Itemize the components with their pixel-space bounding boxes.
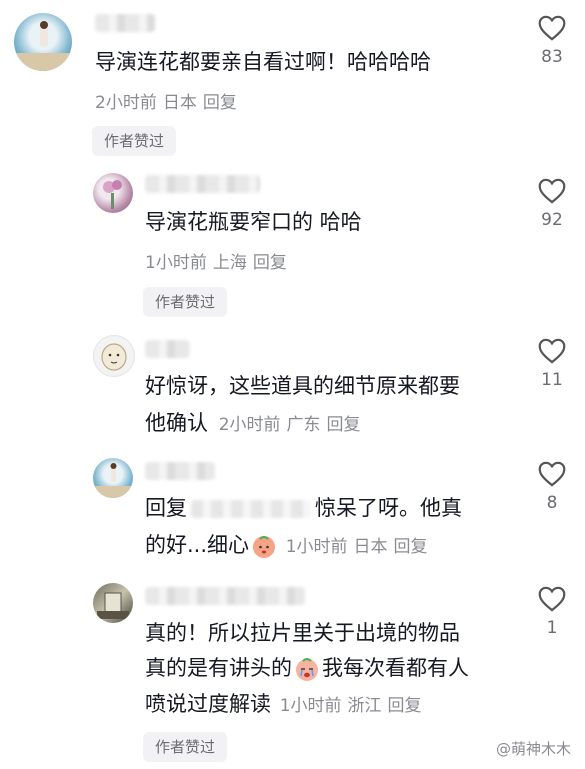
comment-text-line2: 的好...细心 [145, 533, 250, 557]
comment-meta: 1小时前 上海 回复 [145, 251, 293, 275]
comment-time: 1小时前 [145, 253, 207, 273]
heart-icon [538, 178, 566, 204]
comment-time: 2小时前 [95, 93, 157, 113]
comment-time: 1小时前 [279, 696, 342, 716]
avatar[interactable] [14, 13, 72, 71]
comment-location: 日本 [162, 93, 197, 113]
comment-text-line2-row: 的好...细心 1小时前 日本 回复 [145, 527, 434, 564]
like-button[interactable]: 1 [532, 585, 572, 638]
author-liked-badge: 作者赞过 [143, 732, 228, 762]
comment-text-line2b: 我每次看都有人 [322, 656, 469, 680]
avatar-face-icon [101, 343, 127, 371]
comment-text-line3-row: 喷说过度解读 1小时前 浙江 回复 [145, 686, 428, 723]
comment-text-line3: 喷说过度解读 [145, 692, 271, 716]
author-liked-badge: 作者赞过 [92, 126, 177, 156]
comment-text-line2-row: 他确认 2小时前 广东 回复 [145, 405, 367, 442]
reply-button[interactable]: 回复 [327, 415, 361, 435]
like-count: 11 [541, 370, 563, 390]
username-blurred[interactable] [95, 14, 155, 32]
reply-button[interactable]: 回复 [394, 537, 428, 557]
comment-location: 日本 [353, 537, 388, 557]
comment-meta: 2小时前 日本 回复 [95, 91, 243, 115]
avatar[interactable] [93, 458, 133, 498]
avatar-room-icon [97, 592, 129, 619]
comment-text-line2-row: 真的是有讲头的 我每次看都有人 [145, 650, 469, 687]
comment-text: 导演花瓶要窄口的 哈哈 [145, 210, 362, 234]
heart-icon [538, 461, 566, 487]
crying-emoji-icon [296, 658, 318, 681]
comment-time: 2小时前 [218, 415, 281, 435]
comment-meta: 1小时前 日本 回复 [286, 537, 434, 557]
comment-location: 广东 [286, 415, 321, 435]
comment-text-line2a: 真的是有讲头的 [145, 656, 292, 680]
avatar[interactable] [93, 583, 133, 623]
comment-text-line1: 惊呆了呀。他真 [315, 496, 462, 520]
comment-text-line1: 好惊讶，这些道具的细节原来都要 [145, 374, 460, 398]
avatar[interactable] [93, 173, 133, 213]
like-button[interactable]: 83 [532, 14, 572, 67]
comment-text-line1: 真的！所以拉片里关于出境的物品 [145, 621, 460, 645]
watermark: @萌神木木 [495, 740, 571, 758]
like-button[interactable]: 11 [532, 337, 572, 390]
username-blurred[interactable] [145, 587, 305, 605]
comment-location: 浙江 [347, 696, 382, 716]
username-blurred[interactable] [145, 175, 260, 193]
like-count: 83 [541, 47, 563, 67]
username-blurred[interactable] [145, 462, 215, 480]
like-button[interactable]: 92 [532, 177, 572, 230]
peach-emoji-icon [253, 536, 276, 558]
heart-icon [538, 338, 566, 364]
like-count: 8 [546, 493, 558, 513]
like-button[interactable]: 8 [532, 460, 572, 513]
avatar-flower-icon [103, 180, 122, 209]
username-blurred[interactable] [145, 340, 190, 358]
comment-meta: 1小时前 浙江 回复 [280, 696, 428, 716]
comment-text-line2: 他确认 [145, 411, 208, 435]
reply-button[interactable]: 回复 [388, 696, 422, 716]
reply-button[interactable]: 回复 [203, 93, 237, 113]
reply-button[interactable]: 回复 [253, 253, 287, 273]
author-liked-badge: 作者赞过 [143, 287, 228, 317]
comment-text-line1-row: 回复 惊呆了呀。他真 [145, 490, 462, 527]
reply-prefix: 回复 [145, 496, 187, 520]
mentioned-user-blurred[interactable] [191, 500, 311, 518]
comment-time: 1小时前 [285, 537, 348, 557]
comment-location: 上海 [212, 253, 247, 273]
avatar-person-icon [93, 463, 133, 498]
avatar-person-icon [14, 21, 72, 71]
avatar[interactable] [93, 335, 135, 377]
heart-icon [538, 15, 566, 41]
comment-meta: 2小时前 广东 回复 [219, 415, 367, 435]
heart-icon [538, 586, 566, 612]
like-count: 92 [541, 210, 563, 230]
comment-text: 导演连花都要亲自看过啊！哈哈哈哈 [95, 50, 431, 74]
like-count: 1 [546, 618, 558, 638]
